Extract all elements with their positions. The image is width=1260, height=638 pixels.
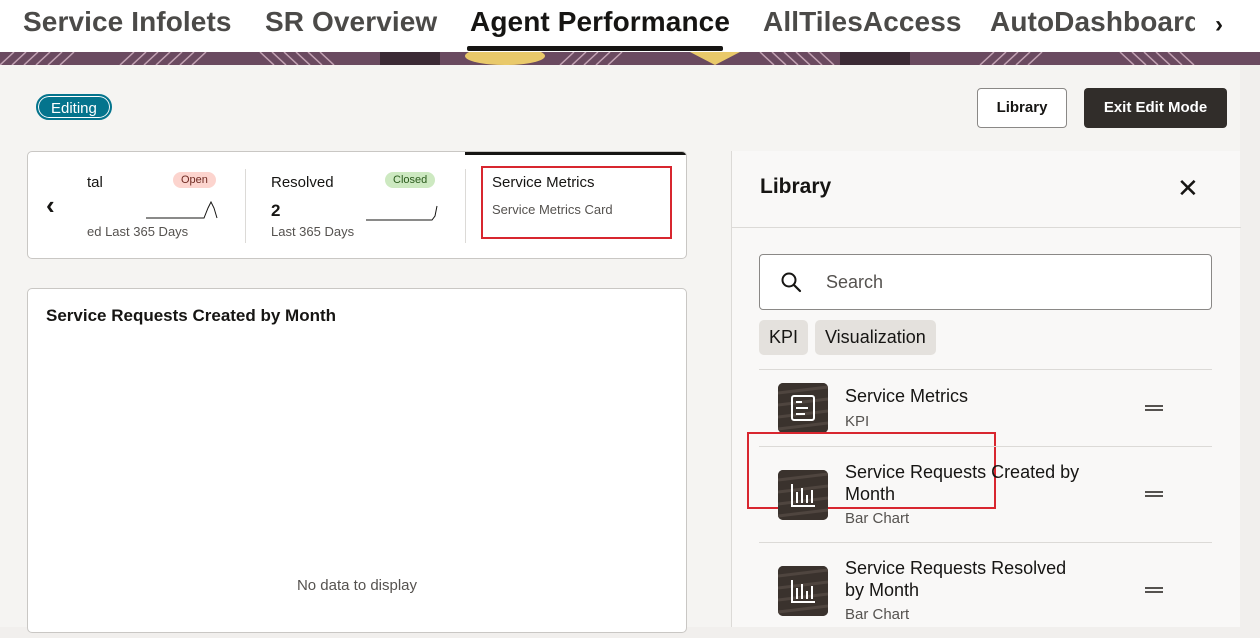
chart-card[interactable]: Service Requests Created by Month No dat… bbox=[27, 288, 687, 633]
library-item-sr-resolved-by-month[interactable]: Service Requests Resolved by Month Bar C… bbox=[759, 542, 1212, 638]
library-item-name: Service Requests Resolved by Month bbox=[845, 558, 1067, 600]
status-badge-open: Open bbox=[173, 172, 216, 188]
bar-chart-icon bbox=[778, 470, 828, 520]
library-item-type: Bar Chart bbox=[845, 606, 910, 623]
library-item-name: Service Metrics bbox=[845, 386, 969, 406]
kpi-title: Resolved bbox=[271, 174, 334, 191]
library-item-name: Service Requests Created by Month bbox=[845, 462, 1080, 504]
library-item-sr-created-by-month[interactable]: Service Requests Created by Month Bar Ch… bbox=[759, 446, 1212, 542]
drag-handle-icon[interactable] bbox=[1145, 405, 1163, 411]
filter-chip-visualization[interactable]: Visualization bbox=[815, 320, 936, 355]
tab-sr-overview[interactable]: SR Overview bbox=[265, 6, 437, 38]
search-field[interactable] bbox=[759, 254, 1212, 310]
dashboard-tab-bar: Service Infolets SR Overview Agent Perfo… bbox=[0, 0, 1260, 52]
library-button[interactable]: Library bbox=[977, 88, 1067, 128]
active-tab-indicator bbox=[467, 46, 723, 51]
highlight-box bbox=[481, 166, 672, 239]
library-panel: Library ✕ KPI Visualization Service Met bbox=[731, 151, 1241, 627]
library-title: Library bbox=[760, 175, 832, 198]
dashboard-edit-page: Editing Library Exit Edit Mode ‹ tal Ope… bbox=[0, 65, 1241, 633]
tab-autodashboard[interactable]: AutoDashboard bbox=[990, 6, 1201, 38]
drag-handle-icon[interactable] bbox=[1145, 491, 1163, 497]
kpi-card-icon bbox=[778, 383, 828, 433]
kpi-sparkline bbox=[366, 205, 438, 221]
search-icon bbox=[781, 272, 802, 293]
exit-edit-mode-button[interactable]: Exit Edit Mode bbox=[1084, 88, 1227, 128]
chart-title: Service Requests Created by Month bbox=[46, 306, 337, 325]
filter-chip-kpi[interactable]: KPI bbox=[759, 320, 809, 355]
kpi-tile-total[interactable]: tal Open ed Last 365 Days bbox=[81, 152, 246, 258]
kpi-subtitle: ed Last 365 Days bbox=[87, 224, 189, 239]
kpi-title: tal bbox=[87, 174, 103, 191]
kpi-value: 2 bbox=[271, 201, 281, 220]
decorative-banner bbox=[0, 52, 1260, 65]
close-icon[interactable]: ✕ bbox=[1177, 173, 1199, 204]
library-item-type: Bar Chart bbox=[845, 510, 910, 527]
status-badge-closed: Closed bbox=[385, 172, 436, 188]
tab-agent-performance[interactable]: Agent Performance bbox=[470, 6, 730, 38]
empty-state-message: No data to display bbox=[296, 577, 418, 594]
drag-handle-icon[interactable] bbox=[1145, 587, 1163, 593]
bar-chart-icon bbox=[778, 566, 828, 616]
kpi-tile-resolved[interactable]: Resolved Closed 2 Last 365 Days bbox=[246, 152, 464, 258]
kpi-sparkline bbox=[146, 200, 218, 219]
chevron-left-icon[interactable]: ‹ bbox=[46, 190, 55, 221]
search-input[interactable] bbox=[826, 255, 1196, 309]
tab-service-infolets[interactable]: Service Infolets bbox=[23, 6, 232, 38]
divider bbox=[732, 227, 1241, 228]
tab-alltilesaccess[interactable]: AllTilesAccess bbox=[763, 6, 962, 38]
chevron-right-icon[interactable]: › bbox=[1195, 0, 1243, 50]
library-item-type: KPI bbox=[845, 413, 870, 430]
kpi-subtitle: Last 365 Days bbox=[271, 224, 355, 239]
editing-badge: Editing bbox=[36, 94, 112, 120]
kpi-strip-card: ‹ tal Open ed Last 365 Days Resolved Clo… bbox=[27, 151, 687, 259]
